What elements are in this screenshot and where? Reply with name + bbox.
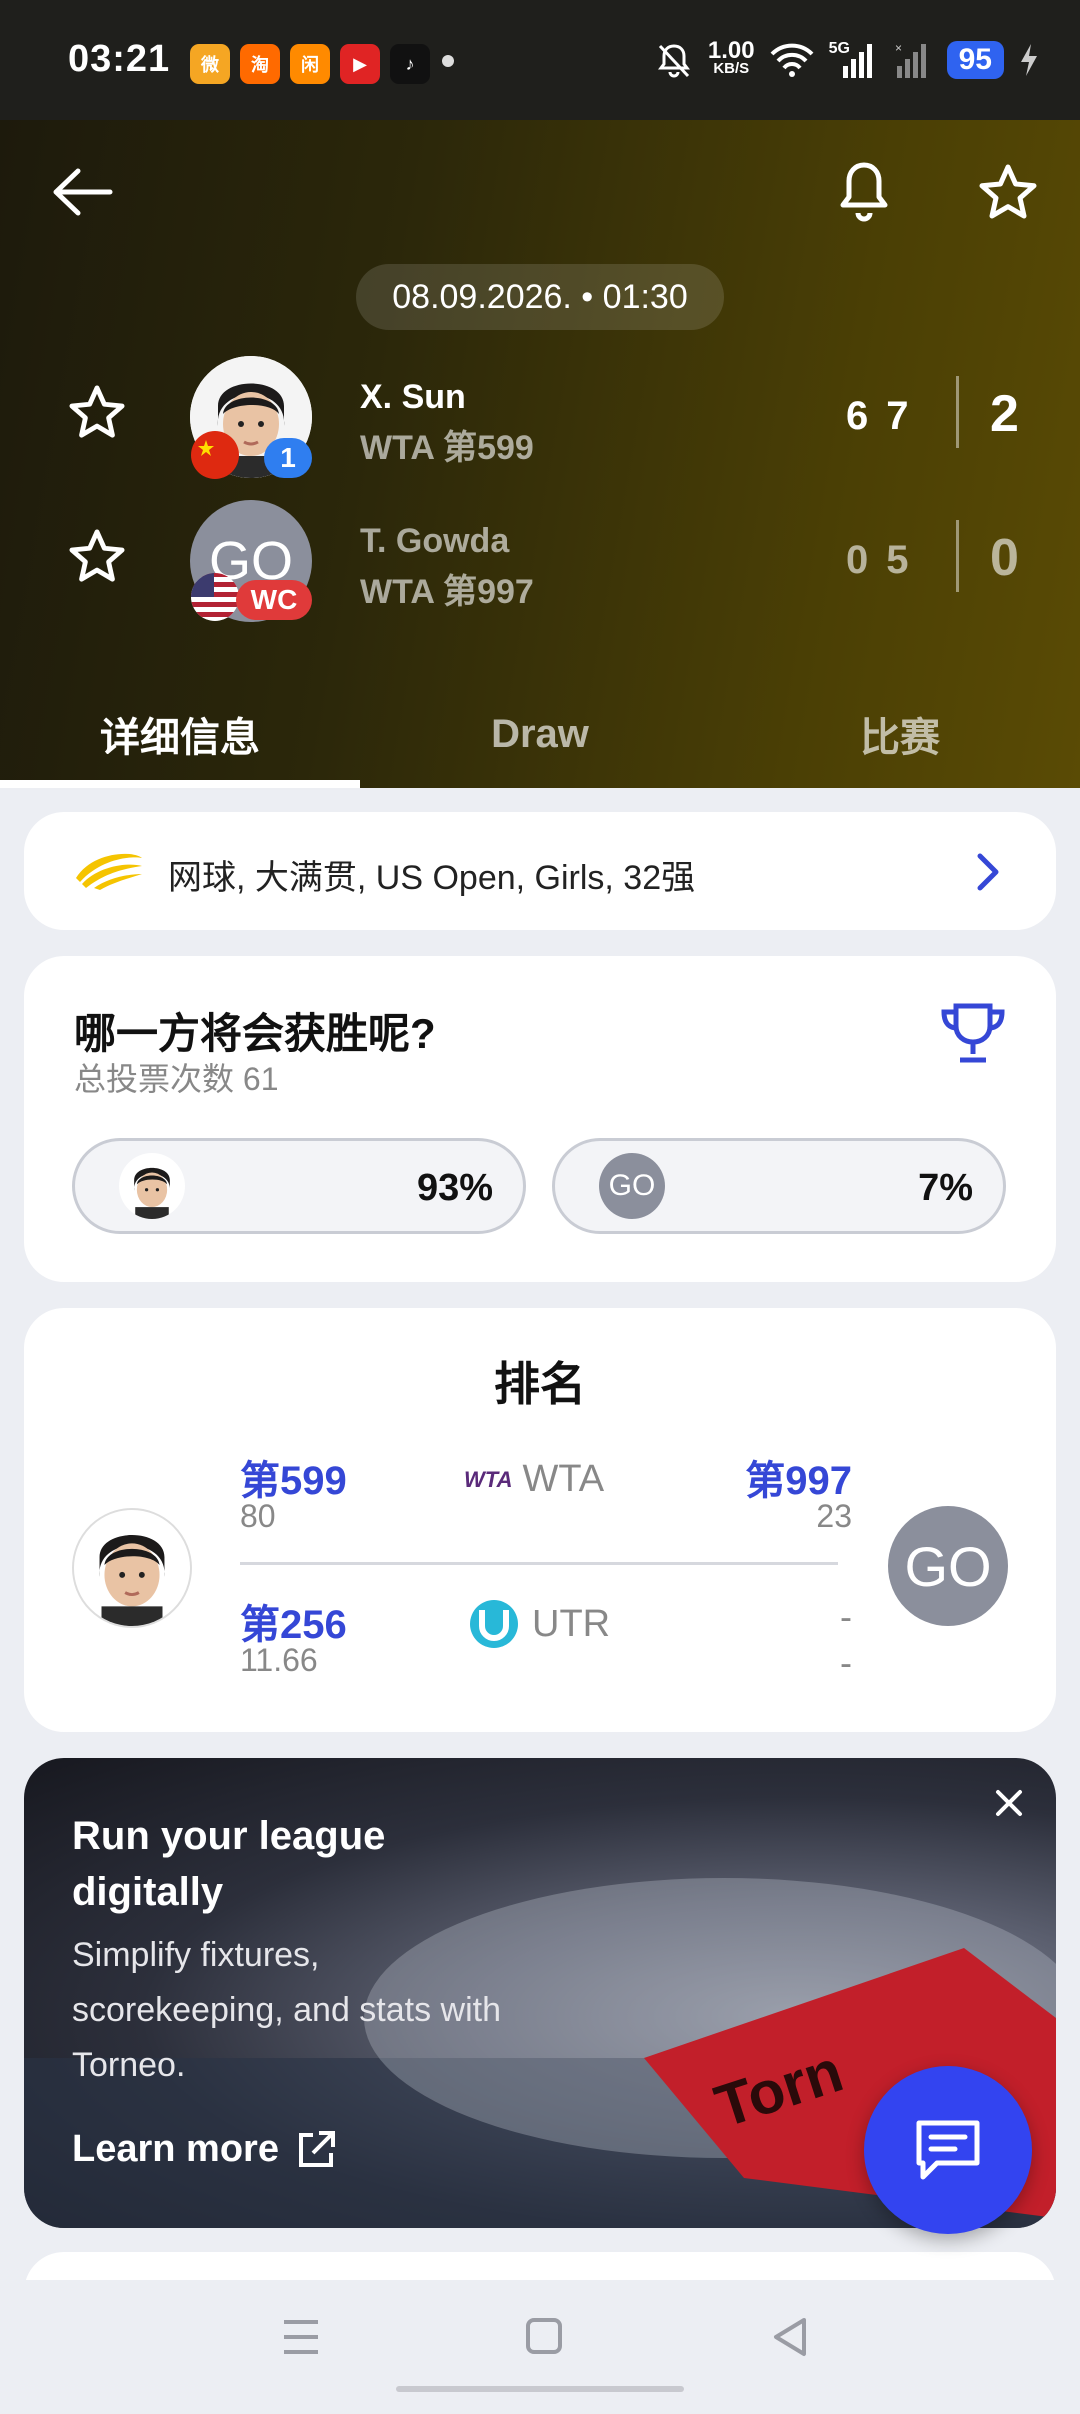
close-promo-button[interactable]	[992, 1786, 1026, 1825]
notifications-button[interactable]	[824, 152, 904, 232]
rankings-title: 排名	[494, 1358, 586, 1410]
wta-label: WTA WTA	[464, 1458, 605, 1500]
tab-matches[interactable]: 比赛	[720, 680, 1080, 788]
tab-draw[interactable]: Draw	[360, 680, 720, 788]
more-notifications-dot	[442, 55, 454, 67]
usa-flag-icon	[191, 573, 239, 621]
star-outline-icon	[69, 385, 125, 438]
wildcard-badge: WC	[236, 580, 312, 620]
player-rank: WTA 第997	[360, 573, 534, 611]
tiktok-app-icon: ♪	[390, 44, 430, 84]
charging-icon	[1021, 44, 1037, 76]
away-wta-points: 23	[816, 1498, 852, 1534]
set-scores: 05	[846, 538, 927, 582]
breadcrumb-text: 网球, 大满贯, US Open, Girls, 32强	[168, 859, 696, 897]
player-row-away[interactable]: GO WC T. Gowda WTA 第997 05 0	[0, 500, 1080, 630]
home-indicator	[396, 2386, 684, 2392]
network-speed: 1.00 KB/S	[707, 37, 755, 78]
taobao-app-icon: 淘	[240, 44, 280, 84]
favorite-player-button[interactable]	[68, 384, 126, 445]
player-name: T. Gowda	[360, 522, 510, 560]
active-tab-indicator	[0, 780, 360, 788]
mute-bell-icon	[657, 44, 690, 78]
player-row-home[interactable]: 1 X. Sun WTA 第599 67 2	[0, 356, 1080, 486]
close-icon	[996, 1790, 1022, 1816]
vote-away-button[interactable]: GO 7%	[552, 1138, 1006, 1234]
star-outline-icon	[979, 164, 1037, 219]
cellular-signal-icon: 5G	[829, 40, 879, 80]
current-game-score: 2	[990, 385, 1019, 443]
learn-more-link[interactable]: Learn more	[72, 2128, 337, 2171]
home-icon[interactable]	[524, 2314, 564, 2358]
us-open-logo-icon	[76, 853, 142, 890]
utr-logo-icon	[470, 1600, 518, 1648]
bell-icon	[840, 162, 888, 222]
back-nav-icon[interactable]	[770, 2314, 810, 2360]
svg-text:×: ×	[895, 41, 902, 55]
video-app-icon: ▶	[340, 44, 380, 84]
wta-logo-icon: WTA	[464, 1466, 513, 1492]
vote-away-percent: 7%	[918, 1167, 973, 1209]
cellular-signal-2-icon: ×	[895, 41, 926, 78]
xianyu-app-icon: 闲	[290, 44, 330, 84]
weibo-app-icon: 微	[190, 44, 230, 84]
match-datetime: 08.09.2026. • 01:30	[356, 264, 724, 330]
chat-fab-button[interactable]	[864, 2066, 1032, 2234]
battery-indicator: 95	[946, 41, 1004, 79]
status-icons: 1.00 KB/S 5G × 95	[654, 37, 1040, 80]
chat-icon	[916, 2120, 980, 2180]
notification-app-icons: 微 淘 闲 ▶ ♪	[190, 44, 430, 84]
player-avatar	[119, 1153, 185, 1219]
away-utr-rating: -	[840, 1642, 852, 1683]
player-name: X. Sun	[360, 378, 466, 416]
home-wta-points: 80	[240, 1498, 276, 1534]
player-avatar	[72, 1508, 192, 1628]
rankings-divider	[240, 1562, 838, 1565]
vote-card: 哪一方将会获胜呢? 总投票次数 61 93% GO 7%	[24, 956, 1056, 1282]
tab-bar: 详细信息 Draw 比赛	[0, 680, 1080, 788]
star-outline-icon	[69, 529, 125, 582]
rankings-card: 排名 GO 第599 80 WTA WTA 第997 23 第256 11.66…	[24, 1308, 1056, 1732]
favorite-player-button[interactable]	[68, 528, 126, 589]
tab-details[interactable]: 详细信息	[0, 680, 360, 788]
set-scores: 67	[846, 394, 927, 438]
utr-label: UTR	[468, 1598, 610, 1650]
tournament-breadcrumb[interactable]: 网球, 大满贯, US Open, Girls, 32强	[24, 812, 1056, 930]
system-nav-bar	[0, 2280, 1080, 2414]
promo-body: Simplify fixtures, scorekeeping, and sta…	[72, 1936, 502, 2084]
score-divider	[956, 376, 959, 448]
favorite-match-button[interactable]	[968, 152, 1048, 232]
trophy-icon	[941, 1003, 1005, 1063]
vote-home-percent: 93%	[416, 1167, 493, 1209]
home-utr-rating: 11.66	[240, 1642, 318, 1678]
vote-count: 总投票次数 61	[74, 1061, 279, 1097]
chevron-right-icon	[977, 853, 999, 891]
player-avatar-initials: GO	[888, 1506, 1008, 1626]
back-arrow-icon	[53, 168, 113, 216]
player-rank: WTA 第599	[360, 429, 534, 467]
promo-headline: Run your league digitally	[72, 1814, 386, 1914]
vote-home-button[interactable]: 93%	[72, 1138, 526, 1234]
away-utr-rank: -	[840, 1596, 852, 1637]
match-header: 08.09.2026. • 01:30 1 X. Sun WTA 第599 67…	[0, 120, 1080, 788]
current-game-score: 0	[990, 529, 1019, 587]
status-bar: 03:21 微 淘 闲 ▶ ♪ 1.00 KB/S 5G × 95	[0, 0, 1080, 120]
clock: 03:21	[68, 38, 171, 80]
wifi-icon	[770, 43, 814, 77]
china-flag-icon	[191, 431, 239, 479]
menu-icon[interactable]	[280, 2314, 322, 2360]
external-link-icon	[298, 2130, 335, 2167]
vote-title: 哪一方将会获胜呢?	[74, 1010, 436, 1057]
score-divider	[956, 520, 959, 592]
player-avatar-initials: GO	[599, 1153, 665, 1219]
back-button[interactable]	[42, 152, 122, 232]
seed-badge: 1	[264, 438, 312, 478]
